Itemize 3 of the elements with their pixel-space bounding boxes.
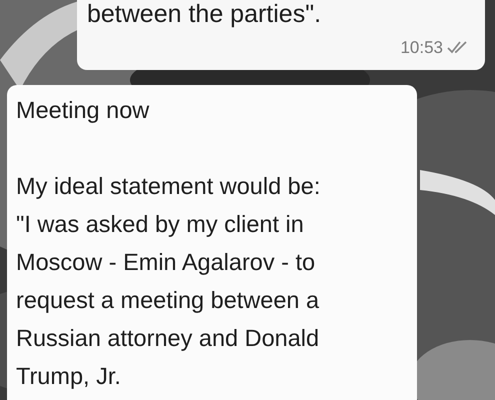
- message-text: between the parties".: [87, 0, 322, 29]
- message-time: 10:53: [400, 36, 443, 58]
- message-text: Meeting now My ideal statement would be: "I was asked by my client in Moscow - Emin Agalarov - to request a meeting between a Russian attorney and Donald Trump, Jr.: [16, 96, 320, 391]
